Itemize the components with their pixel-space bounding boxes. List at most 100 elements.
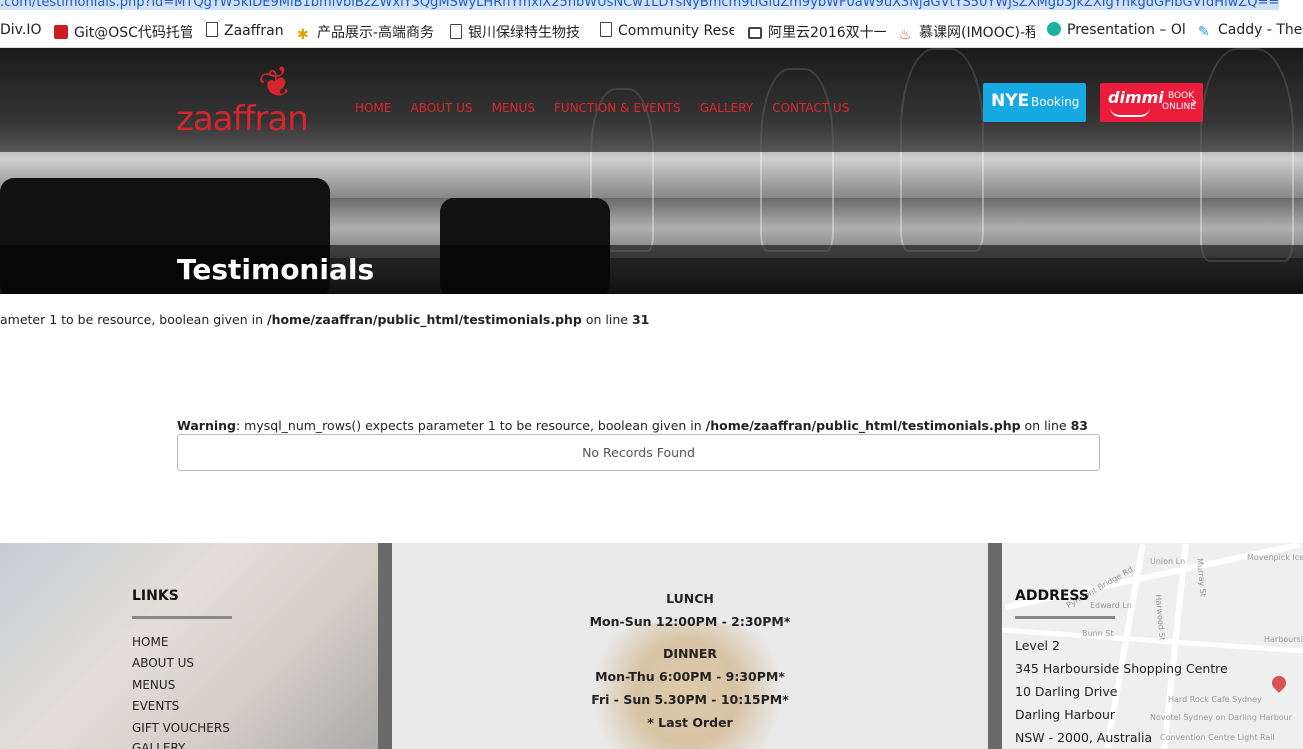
- address-heading: ADDRESS: [1015, 588, 1089, 604]
- address-line: Darling Harbour: [1015, 707, 1116, 722]
- document-icon: [450, 24, 462, 39]
- fire-icon: ♨: [899, 27, 912, 42]
- footer: LINKS HOME ABOUT US MENUS EVENTS GIFT VO…: [0, 543, 1303, 749]
- map-label: Hard Rock Cafe Sydney: [1168, 695, 1262, 704]
- nav-contact-us[interactable]: CONTACT US: [772, 101, 849, 115]
- bookmark-divio[interactable]: Div.IO: [0, 22, 60, 42]
- map-label: Novotel Sydney on Darling Harbour: [1150, 713, 1293, 722]
- nav-menus[interactable]: MENUS: [492, 101, 535, 115]
- nav-function-events[interactable]: FUNCTION & EVENTS: [554, 101, 681, 115]
- php-warning-message: Warning: mysql_num_rows() expects parame…: [177, 418, 1088, 433]
- map-label: Harbourside: [1264, 635, 1303, 644]
- map-label: Harwood St: [1153, 594, 1167, 641]
- aliyun-icon: [748, 27, 762, 39]
- bookmark-git-osc[interactable]: Git@OSC代码托管: [54, 22, 192, 42]
- dinner-time-weekend: Fri - Sun 5.30PM - 10:15PM*: [591, 692, 789, 707]
- footer-overlay: [0, 543, 378, 749]
- document-icon: [600, 22, 612, 37]
- bookmark-yinchuan[interactable]: 银川保绿特生物技: [450, 22, 586, 42]
- map-label: Union Ln: [1150, 557, 1186, 566]
- map-pin-icon[interactable]: [1269, 673, 1289, 693]
- nye-booking-button[interactable]: NYE Booking: [983, 83, 1086, 122]
- error-line: 31: [631, 312, 650, 327]
- links-heading: LINKS: [132, 588, 179, 604]
- footer-link-events[interactable]: EVENTS: [132, 699, 179, 713]
- address-map-panel[interactable]: Union Ln Pyrmont Bridge Rd Harwood St Mu…: [1002, 543, 1303, 749]
- address-line: 345 Harbourside Shopping Centre: [1015, 661, 1228, 676]
- map-label: Bunn St: [1082, 629, 1114, 638]
- chevron-right-icon: ›: [1191, 92, 1198, 111]
- bookmark-caddy[interactable]: ✎ Caddy - The H: [1198, 22, 1303, 42]
- bookmark-label: Community Rese: [618, 23, 734, 39]
- page-title: Testimonials: [177, 253, 375, 286]
- footer-link-menus[interactable]: MENUS: [132, 678, 175, 692]
- dinner-time-weekday: Mon-Thu 6:00PM - 9:30PM*: [595, 669, 785, 684]
- footer-link-gallery[interactable]: GALLERY: [132, 741, 185, 749]
- footer-link-about-us[interactable]: ABOUT US: [132, 656, 194, 670]
- logo-text: zaaffran: [176, 99, 309, 139]
- url-text: .com/testimonials.php?id=MTQgYW5kIDE9MlB…: [0, 0, 1280, 10]
- main-nav: HOME ABOUT US MENUS FUNCTION & EVENTS GA…: [355, 97, 863, 116]
- warning-path: /home/zaaffran/public_html/testimonials.…: [705, 418, 1021, 433]
- address-underline: [1015, 616, 1115, 619]
- warning-text: : mysql_num_rows() expects parameter 1 t…: [235, 418, 706, 433]
- bookmark-label: 慕课网(IMOOC)-程: [919, 25, 1035, 41]
- caddy-icon: ✎: [1198, 24, 1210, 40]
- address-line: Level 2: [1015, 638, 1060, 653]
- footer-divider: [988, 543, 1002, 749]
- dimmi-smile-icon: [1110, 107, 1150, 117]
- bookmarks-bar: Div.IO Git@OSC代码托管 Zaaffran ✱ 产品展示-高端商务 银…: [0, 17, 1303, 48]
- warning-line: 83: [1070, 418, 1089, 433]
- links-underline: [132, 616, 232, 619]
- bookmark-aliyun[interactable]: 阿里云2016双十一: [748, 22, 886, 42]
- dinner-label: DINNER: [662, 646, 718, 661]
- opening-hours-panel: LUNCH Mon-Sun 12:00PM - 2:30PM* DINNER M…: [392, 543, 988, 749]
- no-records-box: No Records Found: [177, 434, 1100, 471]
- error-path: /home/zaaffran/public_html/testimonials.…: [267, 312, 582, 327]
- nav-about-us[interactable]: ABOUT US: [411, 101, 473, 115]
- bookmark-imooc[interactable]: ♨ 慕课网(IMOOC)-程: [899, 22, 1035, 42]
- footer-link-home[interactable]: HOME: [132, 635, 168, 649]
- error-text: on line: [581, 312, 632, 327]
- bookmark-label: Zaaffran: [224, 23, 284, 39]
- star-icon: ✱: [297, 27, 309, 42]
- bookmark-label: Caddy - The H: [1218, 22, 1303, 38]
- nav-home[interactable]: HOME: [355, 101, 391, 115]
- document-icon: [206, 22, 218, 37]
- footer-divider: [378, 543, 392, 749]
- map-label: Edward Ln: [1090, 601, 1132, 610]
- dimmi-book-online-button[interactable]: dimmi BOOK ONLINE ›: [1100, 83, 1203, 122]
- footer-links-panel: LINKS HOME ABOUT US MENUS EVENTS GIFT VO…: [0, 543, 378, 749]
- bookmark-zaaffran[interactable]: Zaaffran: [206, 22, 296, 42]
- lunch-label: LUNCH: [666, 591, 714, 606]
- error-text: ameter 1 to be resource, boolean given i…: [0, 312, 267, 327]
- bookmark-presentation[interactable]: Presentation – Ol: [1047, 22, 1187, 42]
- nye-label: NYE: [991, 91, 1030, 111]
- booking-label: Booking: [1031, 95, 1080, 109]
- address-line: NSW - 2000, Australia: [1015, 730, 1153, 745]
- dimmi-brand: dimmi: [1108, 88, 1164, 107]
- git-icon: [54, 25, 68, 39]
- bookmark-label: 产品展示-高端商务: [317, 25, 435, 41]
- bookmark-label: Div.IO: [0, 22, 42, 38]
- food-decoration: [582, 623, 792, 749]
- bookmark-label: 银川保绿特生物技: [468, 25, 580, 41]
- lunch-time: Mon-Sun 12:00PM - 2:30PM*: [589, 614, 791, 629]
- hero-banner: ❦ zaaffran HOME ABOUT US MENUS FUNCTION …: [0, 48, 1303, 294]
- footer-link-gift-vouchers[interactable]: GIFT VOUCHERS: [132, 721, 230, 735]
- bookmark-label: Presentation – Ol: [1067, 22, 1186, 38]
- zaaffran-logo[interactable]: ❦ zaaffran: [176, 57, 322, 141]
- bookmark-product[interactable]: ✱ 产品展示-高端商务: [297, 22, 437, 42]
- map-label: Convention Centre Light Rail: [1160, 733, 1275, 742]
- warning-text: on line: [1020, 418, 1071, 433]
- address-line: 10 Darling Drive: [1015, 684, 1118, 699]
- php-error-message: ameter 1 to be resource, boolean given i…: [0, 312, 649, 327]
- address-bar[interactable]: .com/testimonials.php?id=MTQgYW5kIDE9MlB…: [0, 0, 1303, 14]
- map-label: Movenpick Ice Cre: [1247, 553, 1303, 562]
- bookmark-community[interactable]: Community Rese: [600, 22, 734, 42]
- last-order-note: * Last Order: [647, 715, 733, 730]
- bookmark-label: 阿里云2016双十一: [768, 25, 886, 41]
- warning-label: Warning: [177, 418, 236, 433]
- c-icon: [1047, 22, 1061, 36]
- nav-gallery[interactable]: GALLERY: [700, 101, 753, 115]
